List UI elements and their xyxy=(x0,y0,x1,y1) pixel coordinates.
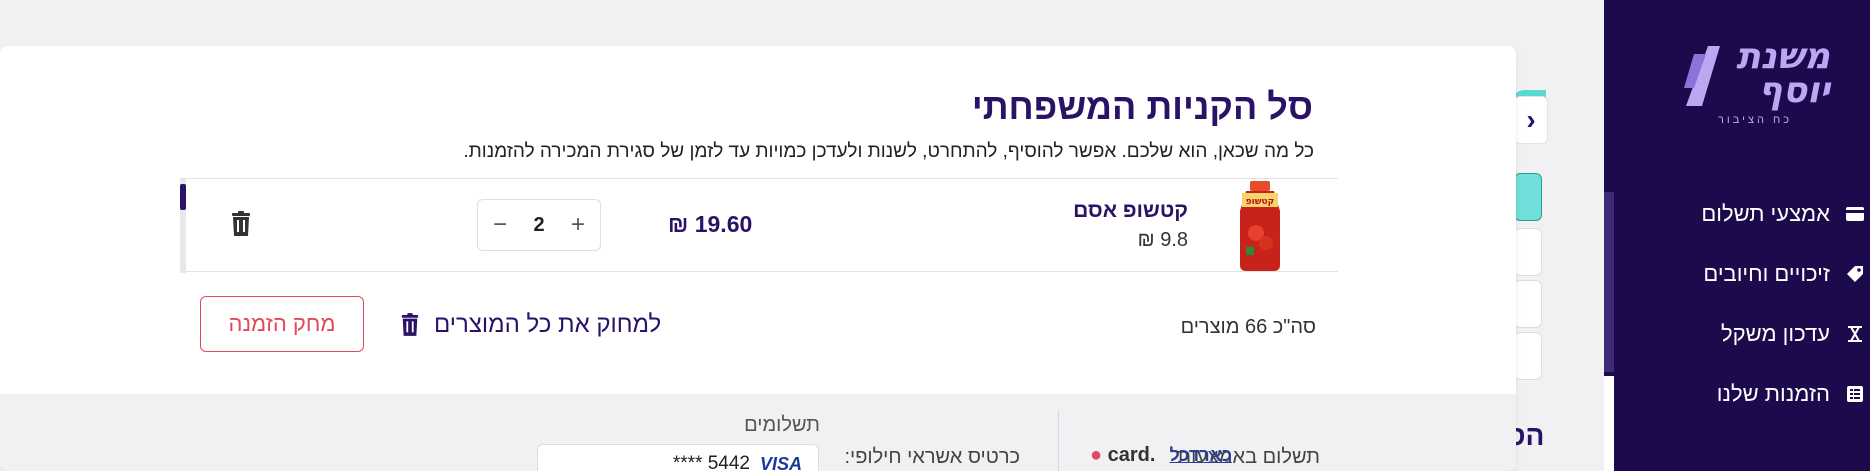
page-title: סל הקניות המשפחתי xyxy=(971,86,1313,127)
product-image: קטשופ xyxy=(1240,181,1280,271)
cal-logo: ● card. xyxy=(1090,444,1156,466)
product-name[interactable]: קטשופ אסם xyxy=(1073,199,1188,223)
payment-logos: ● card. כארדכל xyxy=(1090,444,1232,467)
sidebar-item-label: עדכון משקל xyxy=(1720,321,1830,346)
side-tile[interactable] xyxy=(1514,228,1542,276)
sidebar-item-label: זיכויים וחיובים xyxy=(1703,261,1830,286)
sidebar-item-label: אמצעי תשלום xyxy=(1701,201,1830,226)
card-number: **** 5442 xyxy=(672,453,750,471)
alternate-card-select[interactable]: **** 5442 VISA xyxy=(537,444,819,471)
divider xyxy=(1058,410,1059,471)
trash-icon xyxy=(401,313,419,336)
sidebar-item-payment-methods[interactable]: אמצעי תשלום xyxy=(1604,184,1870,244)
sidebar-item-weight-update[interactable]: עדכון משקל xyxy=(1604,304,1870,364)
products-count: סה"כ 66 מוצרים xyxy=(1180,316,1316,338)
cart-panel: סל הקניות המשפחתי כל מה שכאן, הוא שלכם. … xyxy=(0,46,1516,471)
increase-quantity-button[interactable]: + xyxy=(568,211,588,239)
quantity-stepper: − 2 + xyxy=(477,199,601,251)
side-tile[interactable] xyxy=(1514,280,1542,328)
logo-tagline: כח הציבור xyxy=(1718,114,1792,126)
product-unit-price: 9.8 ₪ xyxy=(1137,229,1188,251)
list-icon xyxy=(1844,383,1866,405)
tag-icon xyxy=(1844,263,1866,285)
chevron-left-icon: ‹ xyxy=(1526,104,1536,135)
credit-card-icon xyxy=(1844,203,1866,225)
kartcal-logo: כארדכל xyxy=(1169,445,1232,465)
product-total-price: 19.60 ₪ xyxy=(668,211,753,237)
svg-text:קטשופ: קטשופ xyxy=(1246,197,1275,207)
row-indicator xyxy=(180,179,186,273)
sidebar-nav: אמצעי תשלום זיכויים וחיובים עדכון משקל ה… xyxy=(1604,184,1870,424)
cart-subtitle: כל מה שכאן, הוא שלכם. אפשר להוסיף, להתחר… xyxy=(463,141,1314,162)
payment-section: תשלומים תשלום באמצעות ● card. כארדכל כרט… xyxy=(0,394,1516,471)
scale-icon xyxy=(1844,323,1866,345)
decrease-quantity-button[interactable]: − xyxy=(490,211,510,239)
installments-label: תשלומים xyxy=(744,414,820,436)
cart-item-row: קטשופ קטשופ אסם 9.8 ₪ 19.60 ₪ − 2 + xyxy=(180,178,1338,273)
delete-all-label: למחוק את כל המוצרים xyxy=(434,311,662,338)
side-tile[interactable] xyxy=(1514,332,1542,380)
sidebar-item-label: הזמנות שלנו xyxy=(1716,381,1830,406)
delete-all-products-button[interactable]: למחוק את כל המוצרים xyxy=(400,311,661,339)
logo-mark-icon xyxy=(1684,46,1720,106)
trash-icon[interactable] xyxy=(230,211,252,237)
teal-tile[interactable] xyxy=(1514,173,1542,221)
delete-order-button[interactable]: מחק הזמנה xyxy=(200,296,364,352)
sidebar-item-orders[interactable]: הזמנות שלנו xyxy=(1604,364,1870,424)
alternate-card-label: כרטיס אשראי חילופי: xyxy=(844,446,1020,468)
logo[interactable]: משנת יוסף כח הציבור xyxy=(1680,39,1830,126)
collapse-panel-button[interactable]: ‹ xyxy=(1514,96,1548,144)
visa-icon: VISA xyxy=(759,453,802,471)
quantity-value: 2 xyxy=(533,213,545,236)
sidebar: משנת יוסף כח הציבור אמצעי תשלום זיכויים … xyxy=(1604,0,1870,471)
sidebar-item-credits[interactable]: זיכויים וחיובים xyxy=(1604,244,1870,304)
